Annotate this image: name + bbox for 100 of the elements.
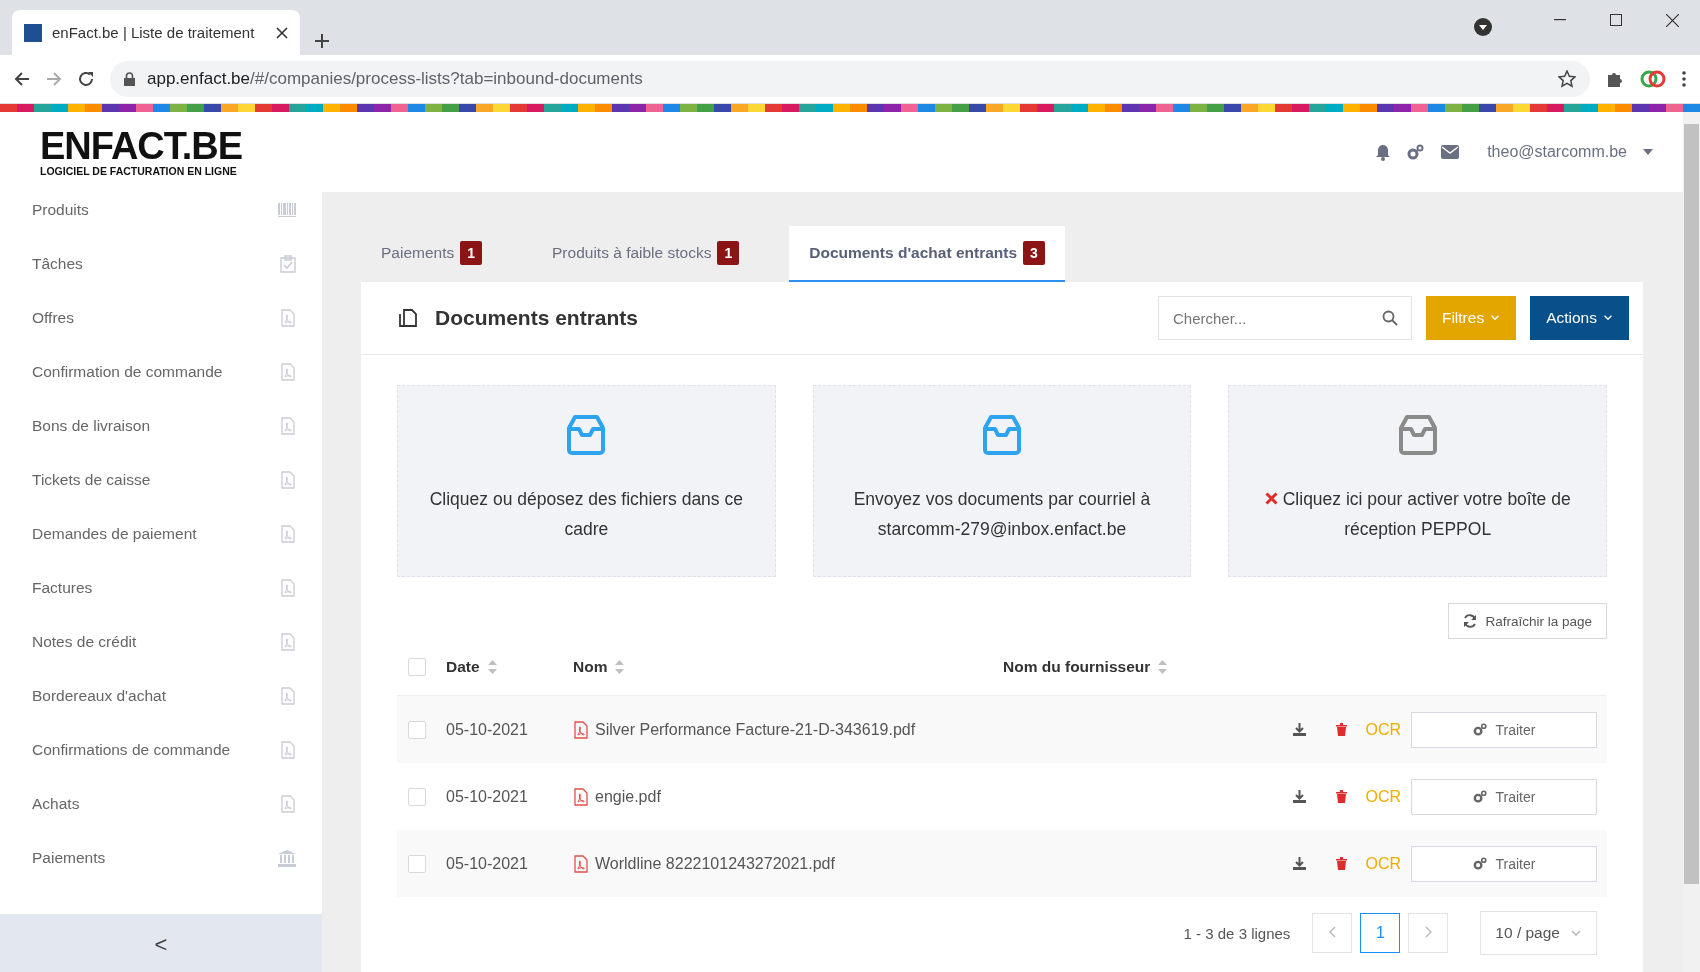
extension-icon[interactable] (1640, 69, 1666, 89)
file-name[interactable]: Silver Performance Facture-21-D-343619.pdf (595, 720, 916, 739)
sidebar-item[interactable]: Offres (32, 291, 296, 345)
tab[interactable]: Produits à faible stocks 1 (532, 226, 760, 282)
clipboard-check-icon (280, 255, 296, 273)
browser-tab[interactable]: enFact.be | Liste de traitement (12, 10, 300, 55)
sidebar-item[interactable]: Notes de crédit (32, 615, 296, 669)
bell-icon[interactable] (1375, 143, 1392, 161)
minimize-icon[interactable] (1554, 19, 1566, 21)
sidebar-item[interactable]: Tâches (32, 237, 296, 291)
favicon-icon (24, 23, 42, 42)
caret-icon[interactable] (1643, 149, 1653, 155)
pdf-icon (573, 720, 589, 739)
pdf-icon (280, 363, 296, 381)
tab[interactable]: Paiements 1 (361, 226, 503, 282)
sidebar-item[interactable]: Confirmation de commande (32, 345, 296, 399)
sidebar-item[interactable]: Bons de livraison (32, 399, 296, 453)
process-button[interactable]: Traiter (1411, 845, 1597, 882)
bank-icon (278, 849, 296, 867)
sidebar-item[interactable]: Demandes de paiement (32, 507, 296, 561)
collapse-sidebar-button[interactable]: < (0, 914, 322, 972)
reload-icon[interactable] (78, 71, 94, 87)
sidebar-item[interactable]: Confirmations de commande (32, 723, 296, 777)
sidebar-item[interactable]: Tickets de caisse (32, 453, 296, 507)
checkbox[interactable] (408, 854, 426, 873)
pdf-icon (280, 795, 296, 813)
cross-icon (1264, 492, 1278, 505)
download-icon[interactable] (1293, 723, 1307, 736)
tab[interactable]: Documents d'achat entrants 3 (789, 226, 1065, 282)
dropzone[interactable]: Cliquez ou déposez des fichiers dans ce cadre (397, 385, 776, 577)
sidebar-item[interactable]: Bordereaux d'achat (32, 669, 296, 723)
pdf-icon (280, 579, 296, 597)
dropzone-text: Envoyez vos documents par courriel à starcomm-279@inbox.enfact.be (852, 488, 1152, 541)
pdf-icon (280, 633, 296, 651)
column-header[interactable]: Nom du fournisseur (1003, 658, 1151, 676)
search-field[interactable]: Chercher... (1157, 296, 1412, 340)
table-cell-text: 05-10-2021 (446, 787, 529, 806)
trash-icon[interactable] (1336, 857, 1348, 870)
lock-icon (124, 72, 135, 86)
pdf-icon (573, 787, 589, 806)
mail-icon[interactable] (1441, 145, 1460, 159)
process-button[interactable]: Traiter (1411, 778, 1597, 815)
chevron-left-icon (1328, 926, 1336, 938)
puzzle-icon[interactable] (1606, 70, 1624, 88)
file-name[interactable]: engie.pdf (595, 787, 661, 806)
trash-icon[interactable] (1336, 790, 1348, 803)
sidebar-item[interactable]: Produits (32, 183, 296, 237)
refresh-icon (1463, 614, 1478, 628)
sidebar-item[interactable]: Paiements (32, 831, 296, 885)
checkbox[interactable] (408, 787, 426, 806)
documents-icon (397, 307, 419, 329)
close-icon[interactable] (276, 26, 288, 39)
sidebar-item[interactable]: Factures (32, 561, 296, 615)
pdf-icon (280, 687, 296, 705)
pdf-icon (280, 471, 296, 489)
dropzone[interactable]: Envoyez vos documents par courriel à starcomm-279@inbox.enfact.be (812, 385, 1192, 577)
gears-icon (1472, 790, 1488, 803)
sidebar-item[interactable]: Achats (32, 777, 296, 831)
chevron-down-icon (1490, 315, 1501, 321)
page-button[interactable]: 1 (1360, 913, 1401, 953)
dropzone[interactable]: Cliquez ici pour activer votre boîte de réception PEPPOL (1228, 385, 1607, 577)
count-badge: 1 (717, 241, 740, 265)
url-text: app.enfact.be/#/companies/process-lists?tab=inbound-documents (147, 69, 644, 89)
page-size-select[interactable]: 10 / page (1480, 911, 1597, 955)
download-icon[interactable] (1293, 857, 1307, 870)
back-icon[interactable] (14, 71, 30, 87)
pdf-icon (280, 417, 296, 435)
barcode-icon (278, 203, 296, 217)
user-menu[interactable]: theo@starcomm.be (1487, 143, 1627, 161)
pdf-icon (280, 309, 296, 327)
checkbox[interactable] (408, 720, 426, 739)
actions-button[interactable]: Actions (1530, 296, 1629, 340)
maximize-icon[interactable] (1610, 14, 1622, 26)
download-icon[interactable] (1293, 790, 1307, 803)
menu-icon[interactable] (1682, 71, 1686, 87)
checkbox[interactable] (408, 658, 426, 676)
column-header[interactable]: Nom (573, 658, 608, 676)
address-bar[interactable]: app.enfact.be/#/companies/process-lists?tab=inbound-documents (110, 61, 1590, 97)
panel-title: Documents entrants (435, 306, 640, 330)
star-icon[interactable] (1558, 70, 1576, 88)
gears-icon[interactable] (1407, 144, 1426, 160)
pdf-icon (280, 525, 296, 543)
count-badge: 1 (460, 241, 483, 265)
tab-title: enFact.be | Liste de traitement (52, 24, 256, 41)
profile-dropdown-icon[interactable] (1474, 18, 1492, 36)
refresh-button[interactable]: Rafraîchir la page (1448, 603, 1607, 639)
table-cell-text: 05-10-2021 (446, 854, 529, 873)
new-tab-icon[interactable] (314, 33, 330, 49)
logo[interactable]: ENFACT.BE (40, 127, 243, 165)
file-name[interactable]: Worldline 8222101243272021.pdf (595, 854, 835, 873)
dropzone-text: Cliquez ici pour activer votre boîte de réception PEPPOL (1229, 484, 1606, 544)
gears-icon (1472, 723, 1488, 736)
chevron-down-icon (1603, 315, 1613, 321)
column-header[interactable]: Date (446, 658, 480, 676)
trash-icon[interactable] (1336, 723, 1348, 736)
gears-icon (1472, 857, 1488, 870)
logo-tagline: LOGICIEL DE FACTURATION EN LIGNE (40, 165, 238, 177)
pdf-icon (573, 854, 589, 873)
close-window-icon[interactable] (1665, 13, 1679, 27)
process-button[interactable]: Traiter (1411, 711, 1597, 748)
